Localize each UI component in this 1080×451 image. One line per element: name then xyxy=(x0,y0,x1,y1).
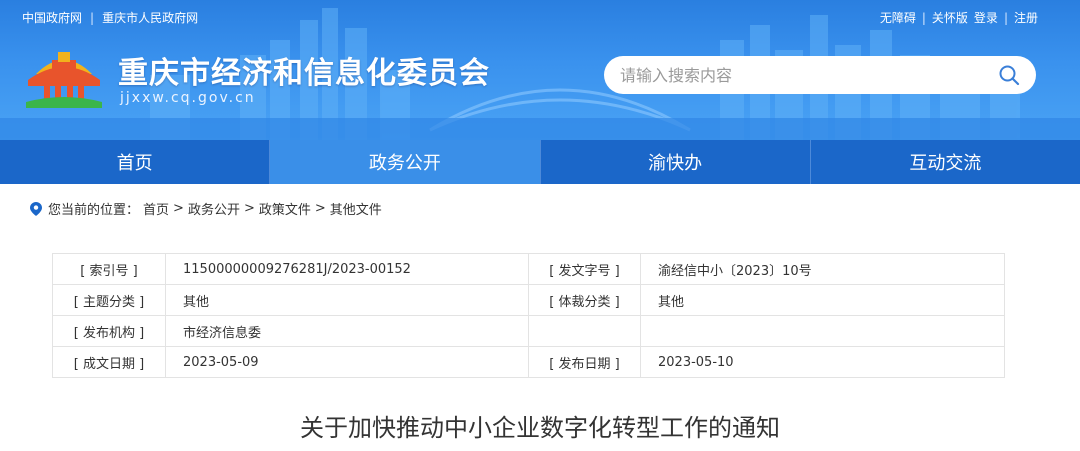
table-row: [ 主题分类 ] 其他 [ 体裁分类 ] 其他 xyxy=(52,284,1005,316)
main-nav: 首页 政务公开 渝快办 互动交流 xyxy=(0,140,1080,184)
breadcrumb-separator: > xyxy=(243,201,255,216)
info-value-publisher: 市经济信息委 xyxy=(165,315,529,347)
location-pin-icon xyxy=(30,201,42,216)
breadcrumb-item-policy-documents[interactable]: 政策文件 xyxy=(259,199,311,218)
nav-item-government-affairs[interactable]: 政务公开 xyxy=(270,140,541,184)
breadcrumb-item-home[interactable]: 首页 xyxy=(143,199,169,218)
info-value-empty xyxy=(640,315,1005,347)
table-row: [ 发布机构 ] 市经济信息委 xyxy=(52,315,1005,347)
nav-item-home[interactable]: 首页 xyxy=(0,140,271,184)
top-links-left: 中国政府网 | 重庆市人民政府网 xyxy=(22,9,199,26)
link-gov-cn[interactable]: 中国政府网 xyxy=(22,9,82,26)
table-row: [ 成文日期 ] 2023-05-09 [ 发布日期 ] 2023-05-10 xyxy=(52,346,1005,378)
link-cq-gov[interactable]: 重庆市人民政府网 xyxy=(102,9,198,26)
document-info-table: [ 索引号 ] 11500000009276281J/2023-00152 [ … xyxy=(52,253,1005,378)
nav-item-interaction[interactable]: 互动交流 xyxy=(811,140,1080,184)
site-logo-icon[interactable] xyxy=(22,40,106,110)
site-header: 中国政府网 | 重庆市人民政府网 无障碍 | 关怀版 登录 | 注册 重庆市经济… xyxy=(0,0,1080,140)
info-label-publisher: [ 发布机构 ] xyxy=(52,315,166,347)
document-title: 关于加快推动中小企业数字化转型工作的通知 xyxy=(300,414,780,442)
info-value-written-date: 2023-05-09 xyxy=(165,346,529,378)
info-value-index-number: 11500000009276281J/2023-00152 xyxy=(165,253,529,285)
info-label-genre: [ 体裁分类 ] xyxy=(528,284,641,316)
info-label-topic: [ 主题分类 ] xyxy=(52,284,166,316)
breadcrumb-item-government-affairs[interactable]: 政务公开 xyxy=(188,199,240,218)
info-label-written-date: [ 成文日期 ] xyxy=(52,346,166,378)
info-value-topic: 其他 xyxy=(165,284,529,316)
nav-item-yukuaiban[interactable]: 渝快办 xyxy=(541,140,811,184)
info-value-publish-date: 2023-05-10 xyxy=(640,346,1005,378)
link-login[interactable]: 登录 xyxy=(974,9,998,26)
top-links-right: 无障碍 | 关怀版 登录 | 注册 xyxy=(879,9,1038,26)
info-value-document-number: 渝经信中小〔2023〕10号 xyxy=(640,253,1005,285)
link-register[interactable]: 注册 xyxy=(1014,9,1038,26)
info-value-genre: 其他 xyxy=(640,284,1005,316)
search-box xyxy=(604,56,1036,94)
info-label-empty xyxy=(528,315,641,347)
breadcrumb-separator: > xyxy=(173,201,184,216)
site-title[interactable]: 重庆市经济和信息化委员会 xyxy=(118,48,490,92)
breadcrumb-prefix: 您当前的位置： xyxy=(48,203,140,218)
breadcrumb: 您当前的位置： 首页 > 政务公开 > 政策文件 > 其他文件 xyxy=(30,199,382,218)
table-row: [ 索引号 ] 11500000009276281J/2023-00152 [ … xyxy=(52,253,1005,285)
info-label-publish-date: [ 发布日期 ] xyxy=(528,346,641,378)
breadcrumb-separator: > xyxy=(314,201,326,216)
link-care-version[interactable]: 关怀版 xyxy=(932,9,968,26)
info-label-document-number: [ 发文字号 ] xyxy=(528,253,641,285)
search-icon[interactable] xyxy=(998,64,1020,86)
search-input[interactable] xyxy=(620,65,998,85)
info-label-index-number: [ 索引号 ] xyxy=(52,253,166,285)
breadcrumb-item-other-documents[interactable]: 其他文件 xyxy=(330,199,382,218)
link-accessibility[interactable]: 无障碍 xyxy=(880,9,916,26)
site-domain: jjxxw.cq.gov.cn xyxy=(120,90,256,106)
